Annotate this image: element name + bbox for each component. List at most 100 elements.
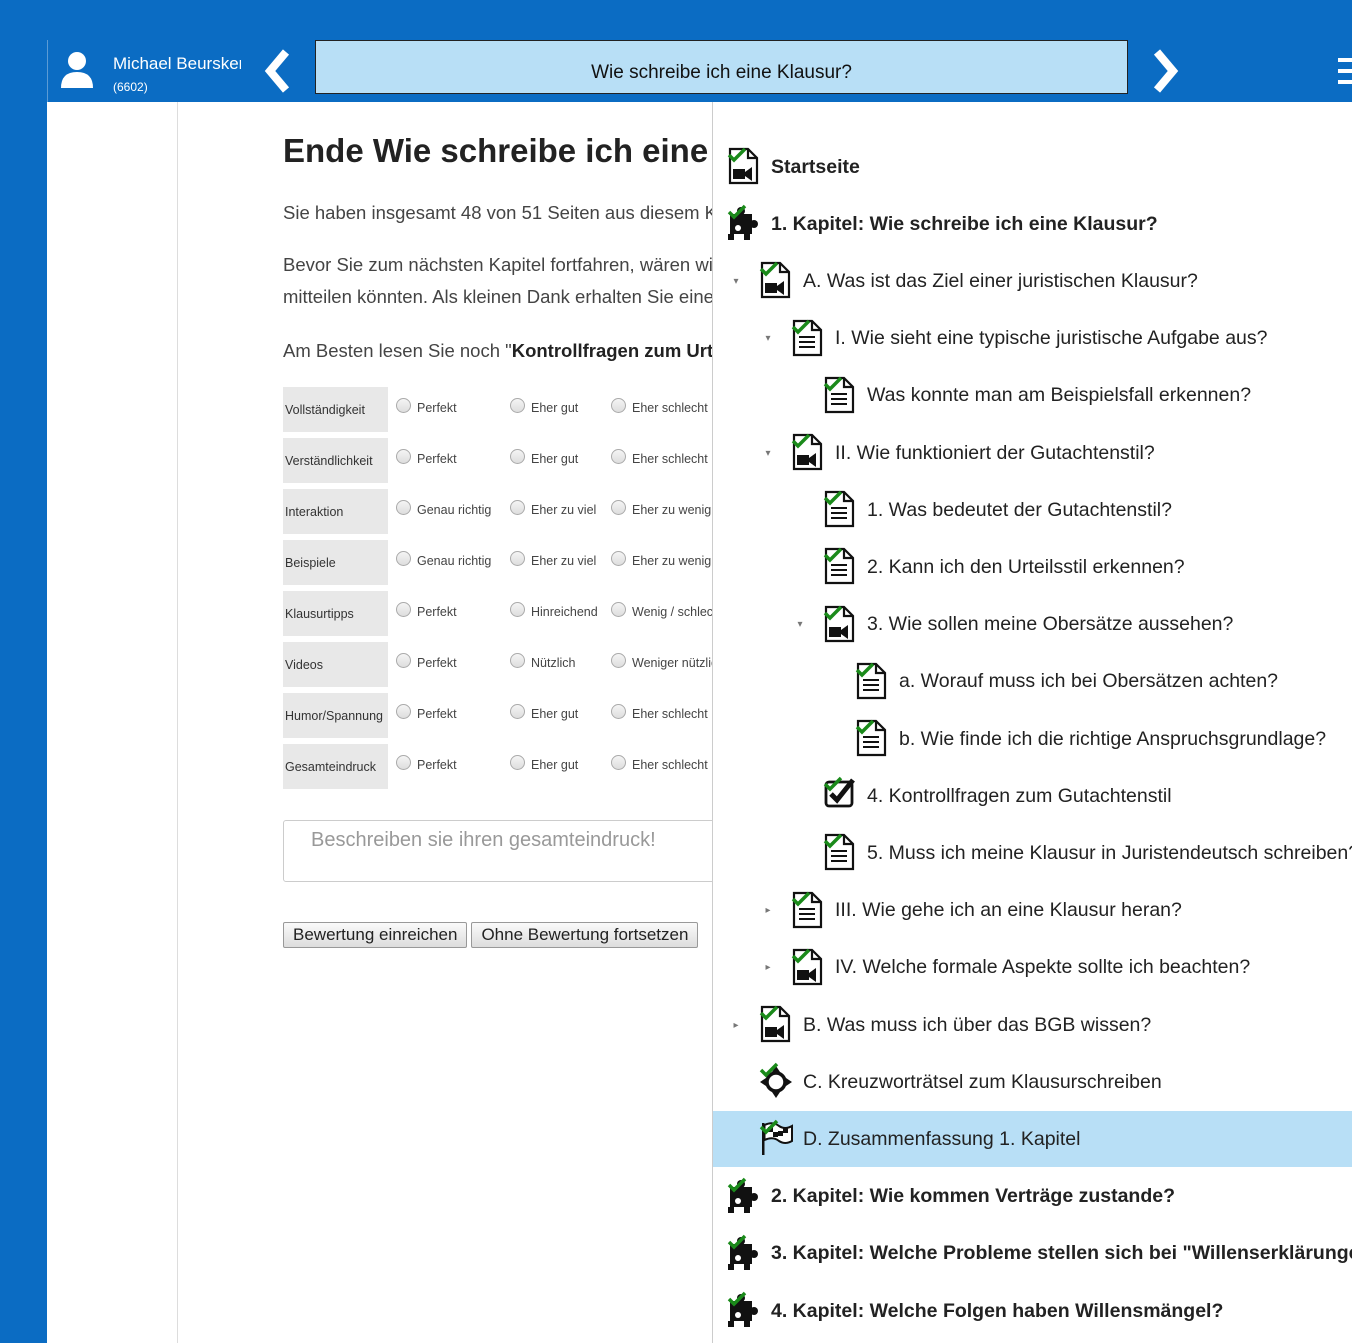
rating-option[interactable]: Perfekt <box>396 448 457 466</box>
tree-item[interactable]: ▸ IV. Welche formale Aspekte sollte ich b… <box>765 940 1250 996</box>
skip-rating-button[interactable]: Ohne Bewertung fortsetzen <box>471 922 699 948</box>
rating-option[interactable]: Eher gut <box>510 754 578 772</box>
tree-item[interactable]: ▾ A. Was ist das Ziel einer juristischen … <box>733 253 1198 309</box>
rating-option[interactable]: Eher gut <box>510 397 578 415</box>
tree-item[interactable]: C. Kreuzworträtsel zum Klausurschreiben <box>759 1054 1162 1110</box>
tree-item[interactable]: Startseite <box>727 139 860 195</box>
rating-option[interactable]: Weniger nützlich <box>611 652 713 670</box>
radio-button[interactable] <box>611 703 626 719</box>
tree-item[interactable]: 2. Kann ich den Urteilsstil erkennen? <box>823 539 1185 595</box>
radio-button[interactable] <box>510 703 525 719</box>
caret-down-icon[interactable]: ▾ <box>795 619 805 630</box>
user-info[interactable]: Michael Beursken (6602) <box>58 46 258 96</box>
tree-item[interactable]: a. Worauf muss ich bei Obersätzen achten… <box>855 654 1278 710</box>
tree-item-label: 1. Was bedeutet der Gutachtenstil? <box>867 498 1172 521</box>
caret-right-icon[interactable]: ▸ <box>763 962 773 973</box>
tree-item-label: 2. Kapitel: Wie kommen Verträge zustande… <box>771 1185 1176 1208</box>
rating-option[interactable]: Perfekt <box>396 397 457 415</box>
radio-button[interactable] <box>510 397 525 413</box>
video-page-icon <box>727 147 761 187</box>
puzzle-icon <box>727 1291 761 1331</box>
caret-down-icon[interactable]: ▾ <box>763 333 773 344</box>
impression-textarea[interactable]: Beschreiben sie ihren gesamteindruck! <box>283 820 713 882</box>
radio-button[interactable] <box>611 601 626 617</box>
feedback-request-text: Bevor Sie zum nächsten Kapitel fortfahre… <box>283 249 713 313</box>
rating-option[interactable]: Perfekt <box>396 601 457 619</box>
radio-button[interactable] <box>611 397 626 413</box>
radio-button[interactable] <box>396 550 411 566</box>
rating-label: Humor/Spannung <box>283 693 388 738</box>
caret-down-icon[interactable]: ▾ <box>763 448 773 459</box>
next-page-button[interactable] <box>1145 46 1185 96</box>
radio-button[interactable] <box>611 499 626 515</box>
tree-item[interactable]: ▸ B. Was muss ich über das BGB wissen? <box>733 997 1151 1053</box>
feedback-line-2: mitteilen könnten. Als kleinen Dank erha… <box>283 286 713 307</box>
radio-button[interactable] <box>510 601 525 617</box>
tree-item[interactable]: 5. Muss ich meine Klausur in Juristendeu… <box>823 825 1352 881</box>
rating-option[interactable]: Genau richtig <box>396 499 491 517</box>
radio-button[interactable] <box>510 499 525 515</box>
rating-row: Vollständigkeit Perfekt Eher gut Eher schle… <box>283 387 713 438</box>
tree-item[interactable]: ▸ III. Wie gehe ich an eine Klausur heran… <box>765 883 1182 939</box>
rating-option[interactable]: Perfekt <box>396 703 457 721</box>
caret-right-icon[interactable]: ▸ <box>731 1020 741 1031</box>
rating-option[interactable]: Genau richtig <box>396 550 491 568</box>
rating-option[interactable]: Eher zu wenig <box>611 550 711 568</box>
radio-button[interactable] <box>611 754 626 770</box>
radio-button[interactable] <box>396 754 411 770</box>
rating-option[interactable]: Wenig / schlecht <box>611 601 713 619</box>
rating-option[interactable]: Eher gut <box>510 703 578 721</box>
rating-option[interactable]: Eher zu viel <box>510 550 596 568</box>
hamburger-icon <box>1338 58 1352 84</box>
rating-option[interactable]: Eher schlecht <box>611 754 708 772</box>
radio-button[interactable] <box>396 448 411 464</box>
tree-item[interactable]: 1. Was bedeutet der Gutachtenstil? <box>823 482 1172 538</box>
rating-option[interactable]: Eher schlecht <box>611 448 708 466</box>
menu-button[interactable] <box>1338 56 1352 86</box>
tree-item[interactable]: 1. Kapitel: Wie schreibe ich eine Klausu… <box>727 196 1158 252</box>
tree-item[interactable]: ▾ I. Wie sieht eine typische juristische … <box>765 311 1268 367</box>
tree-item[interactable]: D. Zusammenfassung 1. Kapitel <box>713 1111 1352 1168</box>
previous-page-button[interactable] <box>258 46 298 96</box>
tree-item[interactable]: Was konnte man am Beispielsfall erkennen… <box>823 368 1251 424</box>
rating-option[interactable]: Perfekt <box>396 652 457 670</box>
tree-item[interactable]: b. Wie finde ich die richtige Anspruchsg… <box>855 711 1326 767</box>
tree-item[interactable]: ▾ II. Wie funktioniert der Gutachtenstil? <box>765 425 1155 481</box>
radio-button[interactable] <box>396 703 411 719</box>
radio-button[interactable] <box>611 550 626 566</box>
rating-option[interactable]: Eher gut <box>510 448 578 466</box>
tree-item[interactable]: 4. Kontrollfragen zum Gutachtenstil <box>823 768 1172 824</box>
rating-option[interactable]: Perfekt <box>396 754 457 772</box>
rating-label: Videos <box>283 642 388 687</box>
radio-button[interactable] <box>611 652 626 668</box>
rating-option[interactable]: Eher zu wenig <box>611 499 711 517</box>
caret-down-icon[interactable]: ▾ <box>731 276 741 287</box>
radio-button[interactable] <box>510 448 525 464</box>
video-page-icon <box>791 433 825 473</box>
radio-button[interactable] <box>396 397 411 413</box>
left-column <box>47 102 178 1343</box>
tree-item[interactable]: ▾ 3. Wie sollen meine Obersätze aussehen? <box>797 597 1233 653</box>
rating-option[interactable]: Eher zu viel <box>510 499 596 517</box>
rating-option-label: Eher schlecht <box>632 707 708 721</box>
radio-button[interactable] <box>396 499 411 515</box>
tree-item[interactable]: 2. Kapitel: Wie kommen Verträge zustande… <box>727 1169 1175 1225</box>
text-page-icon <box>823 490 857 530</box>
rating-option[interactable]: Hinreichend <box>510 601 598 619</box>
radio-button[interactable] <box>510 652 525 668</box>
radio-button[interactable] <box>396 601 411 617</box>
rating-option[interactable]: Nützlich <box>510 652 575 670</box>
tree-item[interactable]: 3. Kapitel: Welche Probleme stellen sich… <box>727 1226 1352 1282</box>
rating-option[interactable]: Eher schlecht <box>611 397 708 415</box>
recommendation-link[interactable]: Kontrollfragen zum Urteilsstil <box>512 340 713 361</box>
caret-right-icon[interactable]: ▸ <box>763 905 773 916</box>
radio-button[interactable] <box>510 550 525 566</box>
radio-button[interactable] <box>510 754 525 770</box>
radio-button[interactable] <box>611 448 626 464</box>
tree-item-label: D. Zusammenfassung 1. Kapitel <box>803 1127 1081 1150</box>
radio-button[interactable] <box>396 652 411 668</box>
submit-rating-button[interactable]: Bewertung einreichen <box>283 922 468 948</box>
tree-item[interactable]: 4. Kapitel: Welche Folgen haben Willensm… <box>727 1283 1223 1339</box>
rating-option[interactable]: Eher schlecht <box>611 703 708 721</box>
recommendation-text: Am Besten lesen Sie noch "Kontrollfragen… <box>283 335 713 367</box>
